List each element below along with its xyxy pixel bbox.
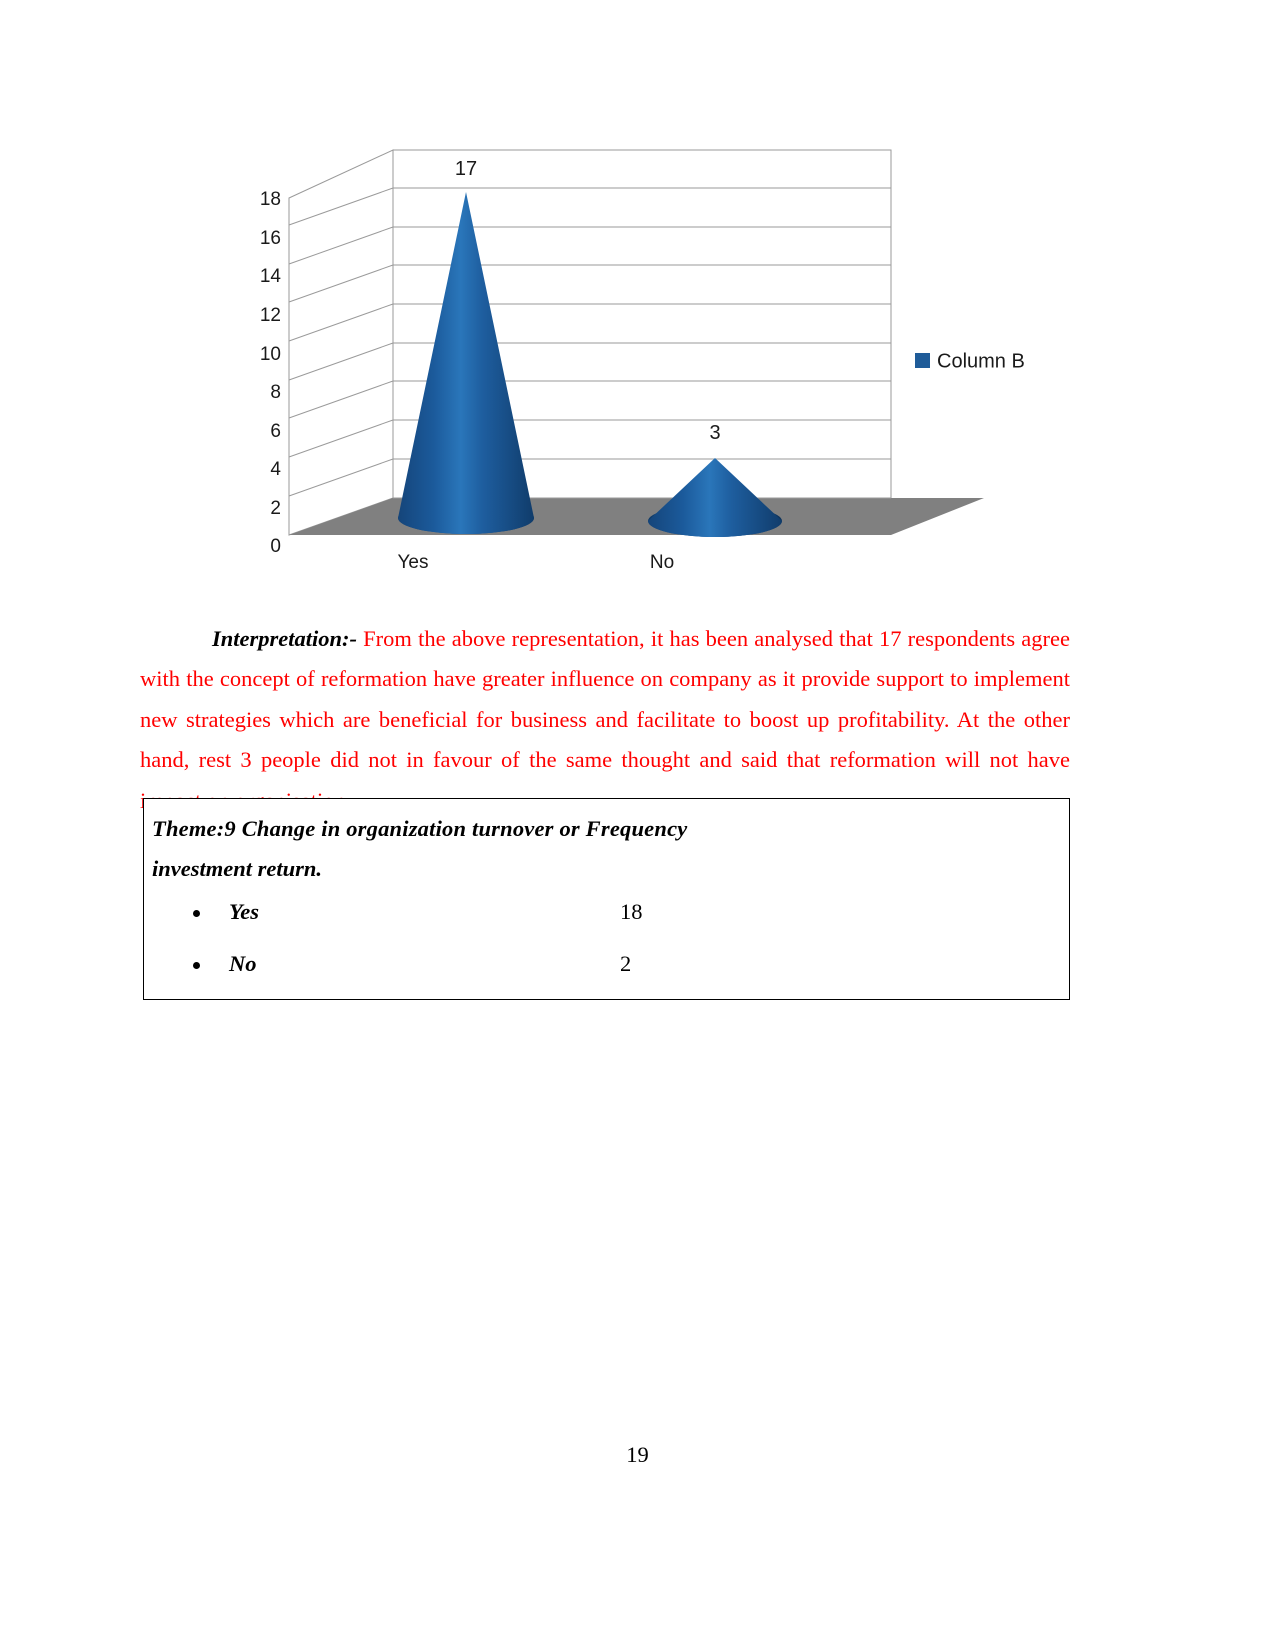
value-label-yes: 17 <box>455 158 477 180</box>
bullet-icon <box>193 962 200 969</box>
option-label-no: No <box>229 951 257 976</box>
chart-canvas: 18 16 14 12 10 8 6 4 2 0 17 3 Yes No Col… <box>260 149 1025 573</box>
chart-floor <box>289 498 984 535</box>
category-label-yes: Yes <box>398 552 429 573</box>
page-number: 19 <box>626 1442 649 1467</box>
interpretation-body-text: From the above representation, it has be… <box>140 625 1070 813</box>
option-label-yes: Yes <box>229 899 259 924</box>
bullet-icon <box>193 910 200 917</box>
y-tick-12: 12 <box>260 305 281 326</box>
y-tick-0: 0 <box>270 536 281 557</box>
option-value-no: 2 <box>620 951 632 976</box>
y-tick-16: 16 <box>260 228 281 249</box>
theme-heading-line-1: Theme:9 Change in organization turnover … <box>152 816 688 841</box>
y-tick-4: 4 <box>270 459 281 480</box>
theme-heading-line-2: investment return. <box>152 856 323 881</box>
chart-legend[interactable]: Column B <box>915 350 1025 372</box>
interpretation-lead-label: Interpretation:- <box>212 625 358 651</box>
y-tick-6: 6 <box>270 421 281 442</box>
option-value-yes: 18 <box>620 899 643 924</box>
category-label-no: No <box>650 552 674 573</box>
value-label-no: 3 <box>709 422 720 444</box>
list-item: No 2 <box>152 949 1062 1001</box>
interpretation-paragraph: Interpretation:- From the above represen… <box>140 619 1070 822</box>
theme-heading: Theme:9 Change in organization turnover … <box>152 809 1052 889</box>
legend-swatch-column-b <box>915 353 930 368</box>
list-item: Yes 18 <box>152 897 1062 949</box>
y-tick-14: 14 <box>260 266 282 287</box>
y-tick-8: 8 <box>270 382 281 403</box>
y-tick-2: 2 <box>270 498 281 519</box>
legend-label-column-b: Column B <box>937 350 1025 372</box>
y-tick-18: 18 <box>260 189 281 210</box>
theme-table-box: Theme:9 Change in organization turnover … <box>143 798 1070 1000</box>
y-axis-tick-labels: 18 16 14 12 10 8 6 4 2 0 <box>260 189 282 557</box>
y-tick-10: 10 <box>260 344 281 365</box>
cone-chart-figure: 18 16 14 12 10 8 6 4 2 0 17 3 Yes No Col… <box>243 140 1043 585</box>
theme-option-list: Yes 18 No 2 <box>152 897 1062 1001</box>
category-axis-labels: Yes No <box>398 552 675 573</box>
